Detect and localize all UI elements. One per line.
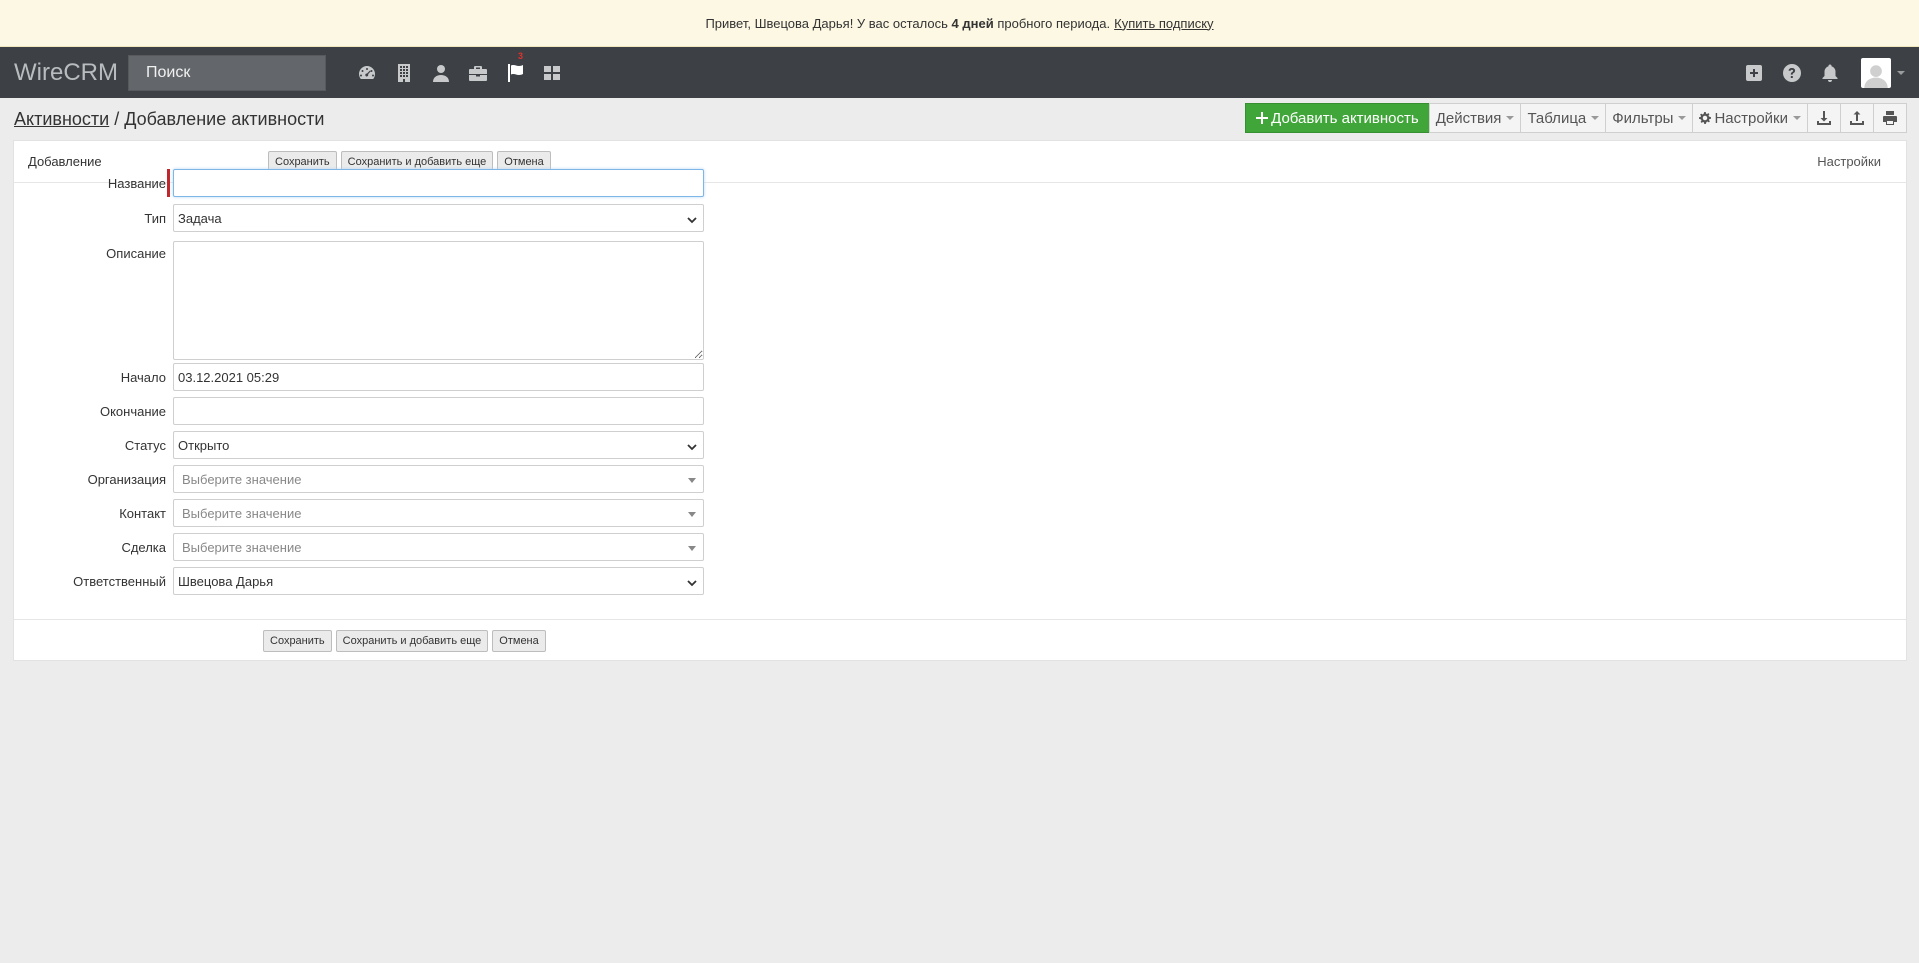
settings-dropdown[interactable]: Настройки [1692, 103, 1808, 133]
print-icon [1883, 111, 1897, 125]
caret-down-icon [1506, 116, 1515, 120]
deal-label: Сделка [121, 540, 166, 555]
chevron-down-icon [687, 576, 697, 587]
end-date-input[interactable] [173, 397, 704, 425]
contact-select[interactable]: Выберите значение [173, 499, 704, 527]
caret-down-icon [1678, 116, 1687, 120]
deal-placeholder: Выберите значение [182, 539, 302, 555]
breadcrumb-separator: / [109, 108, 125, 129]
required-indicator [167, 169, 170, 197]
dashboard-icon[interactable] [348, 47, 385, 98]
chevron-down-icon [687, 440, 697, 451]
caret-down-icon [1591, 116, 1600, 120]
briefcase-icon[interactable] [459, 47, 496, 98]
buy-subscription-link[interactable]: Купить подписку [1114, 16, 1213, 31]
chevron-down-icon [687, 213, 697, 224]
status-label: Статус [124, 438, 166, 453]
bell-icon[interactable] [1811, 47, 1849, 98]
breadcrumb-activities-link[interactable]: Активности [14, 109, 109, 129]
table-dropdown[interactable]: Таблица [1520, 103, 1607, 133]
save-button-bottom[interactable]: Сохранить [263, 630, 332, 652]
organization-label: Организация [87, 472, 166, 487]
contact-placeholder: Выберите значение [182, 505, 302, 521]
nav-icons: 3 [348, 47, 570, 98]
responsible-value: Швецова Дарья [178, 573, 274, 589]
form-title: Добавление [28, 154, 102, 169]
actions-label: Действия [1435, 109, 1502, 127]
question-circle-icon[interactable] [1773, 47, 1811, 98]
caret-down-icon [1793, 116, 1801, 120]
download-icon [1817, 111, 1831, 125]
page-header: Активности / Добавление активности Добав… [0, 98, 1919, 140]
grid-icon[interactable] [533, 47, 570, 98]
description-textarea[interactable] [173, 241, 704, 360]
export-button[interactable] [1840, 103, 1874, 133]
type-select[interactable]: Задача [173, 204, 704, 232]
building-icon[interactable] [385, 47, 422, 98]
activity-form-panel: Добавление Сохранить Сохранить и добавит… [13, 140, 1907, 661]
start-label: Начало [120, 370, 166, 385]
banner-text: Привет, Швецова Дарья! У вас осталось [705, 15, 948, 31]
form-settings-link[interactable]: Настройки [1817, 154, 1881, 169]
name-label: Название [107, 176, 166, 191]
save-and-add-button-bottom[interactable]: Сохранить и добавить еще [335, 630, 489, 652]
actions-dropdown[interactable]: Действия [1428, 103, 1522, 133]
organization-placeholder: Выберите значение [182, 471, 302, 487]
table-label: Таблица [1527, 109, 1587, 127]
caret-down-icon [688, 546, 696, 551]
flag-icon[interactable]: 3 [496, 47, 533, 98]
brand-logo[interactable]: WireCRM [14, 59, 126, 87]
contact-label: Контакт [119, 506, 166, 521]
start-date-input[interactable] [173, 363, 704, 391]
responsible-label: Ответственный [73, 574, 166, 589]
filters-label: Фильтры [1612, 109, 1674, 127]
caret-down-icon [688, 478, 696, 483]
banner-text-after: пробного периода. [997, 15, 1111, 31]
type-label: Тип [144, 211, 166, 226]
end-label: Окончание [99, 404, 166, 419]
add-activity-label: Добавить активность [1271, 109, 1419, 127]
nav-right [1735, 47, 1919, 98]
page-title: Добавление активности [124, 108, 325, 129]
upload-icon [1850, 111, 1864, 125]
status-value: Открыто [178, 437, 230, 453]
add-activity-button[interactable]: Добавить активность [1245, 103, 1430, 133]
status-select[interactable]: Открыто [173, 431, 704, 459]
cancel-button-bottom[interactable]: Отмена [492, 630, 546, 652]
user-icon[interactable] [422, 47, 459, 98]
form-footer: Сохранить Сохранить и добавить еще Отмен… [14, 619, 1906, 661]
name-input[interactable] [173, 169, 704, 197]
banner-days: 4 дней [951, 15, 994, 31]
flag-badge: 3 [518, 51, 524, 61]
plus-icon [1256, 112, 1269, 124]
settings-label: Настройки [1714, 109, 1788, 127]
bottom-button-group: Сохранить Сохранить и добавить еще Отмен… [263, 630, 550, 652]
trial-banner: Привет, Швецова Дарья! У вас осталось 4 … [0, 0, 1919, 47]
responsible-select[interactable]: Швецова Дарья [173, 567, 704, 595]
toolbar: Добавить активность Действия Таблица Фил… [1245, 103, 1907, 133]
type-value: Задача [178, 210, 222, 226]
plus-square-icon[interactable] [1735, 47, 1773, 98]
caret-down-icon [688, 512, 696, 517]
import-button[interactable] [1807, 103, 1841, 133]
print-button[interactable] [1873, 103, 1907, 133]
chevron-down-icon[interactable] [1897, 70, 1905, 75]
top-navbar: WireCRM 3 [0, 47, 1919, 98]
organization-select[interactable]: Выберите значение [173, 465, 704, 493]
breadcrumb: Активности / Добавление активности [14, 109, 324, 130]
filters-dropdown[interactable]: Фильтры [1605, 103, 1694, 133]
description-label: Описание [106, 246, 166, 261]
search-input[interactable] [128, 54, 326, 91]
deal-select[interactable]: Выберите значение [173, 533, 704, 561]
avatar[interactable] [1861, 57, 1891, 88]
gear-icon [1699, 112, 1712, 124]
